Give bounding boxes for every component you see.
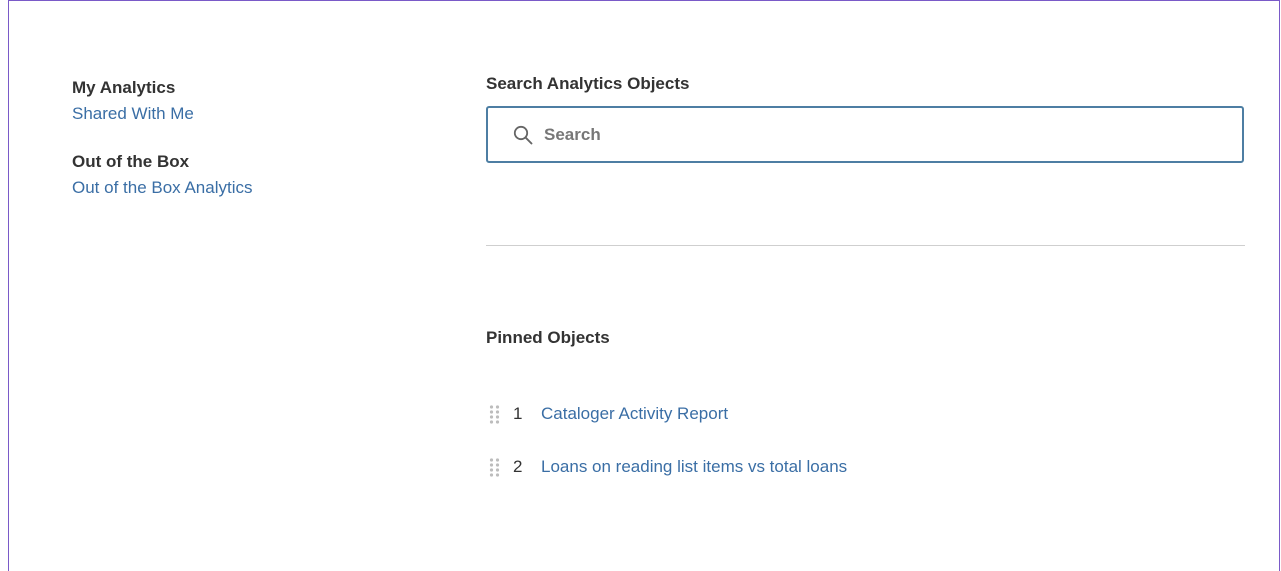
pinned-objects-list: 1 Cataloger Activity Report 2 Loans on r… xyxy=(488,401,847,507)
page-frame: My Analytics Shared With Me Out of the B… xyxy=(8,0,1280,571)
section-divider xyxy=(486,245,1245,246)
pinned-item-link[interactable]: Loans on reading list items vs total loa… xyxy=(541,457,847,477)
sidebar-link-shared-with-me[interactable]: Shared With Me xyxy=(72,101,402,127)
sidebar-link-out-of-the-box-analytics[interactable]: Out of the Box Analytics xyxy=(72,175,402,201)
drag-handle-icon[interactable] xyxy=(488,456,502,478)
search-input[interactable] xyxy=(542,123,1226,146)
sidebar-nav: My Analytics Shared With Me Out of the B… xyxy=(72,75,402,201)
main-content: Search Analytics Objects Pinned Objects xyxy=(486,73,1246,477)
sidebar-heading-my-analytics: My Analytics xyxy=(72,78,176,97)
sidebar-heading-out-of-the-box: Out of the Box xyxy=(72,152,190,171)
search-field[interactable] xyxy=(486,106,1244,163)
pinned-item-index: 2 xyxy=(513,457,523,476)
pinned-objects-title: Pinned Objects xyxy=(486,328,610,347)
pinned-item: 2 Loans on reading list items vs total l… xyxy=(488,454,847,480)
drag-handle-icon[interactable] xyxy=(488,403,502,425)
search-section-title: Search Analytics Objects xyxy=(486,74,690,93)
pinned-item-link[interactable]: Cataloger Activity Report xyxy=(541,404,728,424)
pinned-item-index: 1 xyxy=(513,404,523,423)
search-icon xyxy=(512,124,534,146)
pinned-item: 1 Cataloger Activity Report xyxy=(488,401,847,427)
